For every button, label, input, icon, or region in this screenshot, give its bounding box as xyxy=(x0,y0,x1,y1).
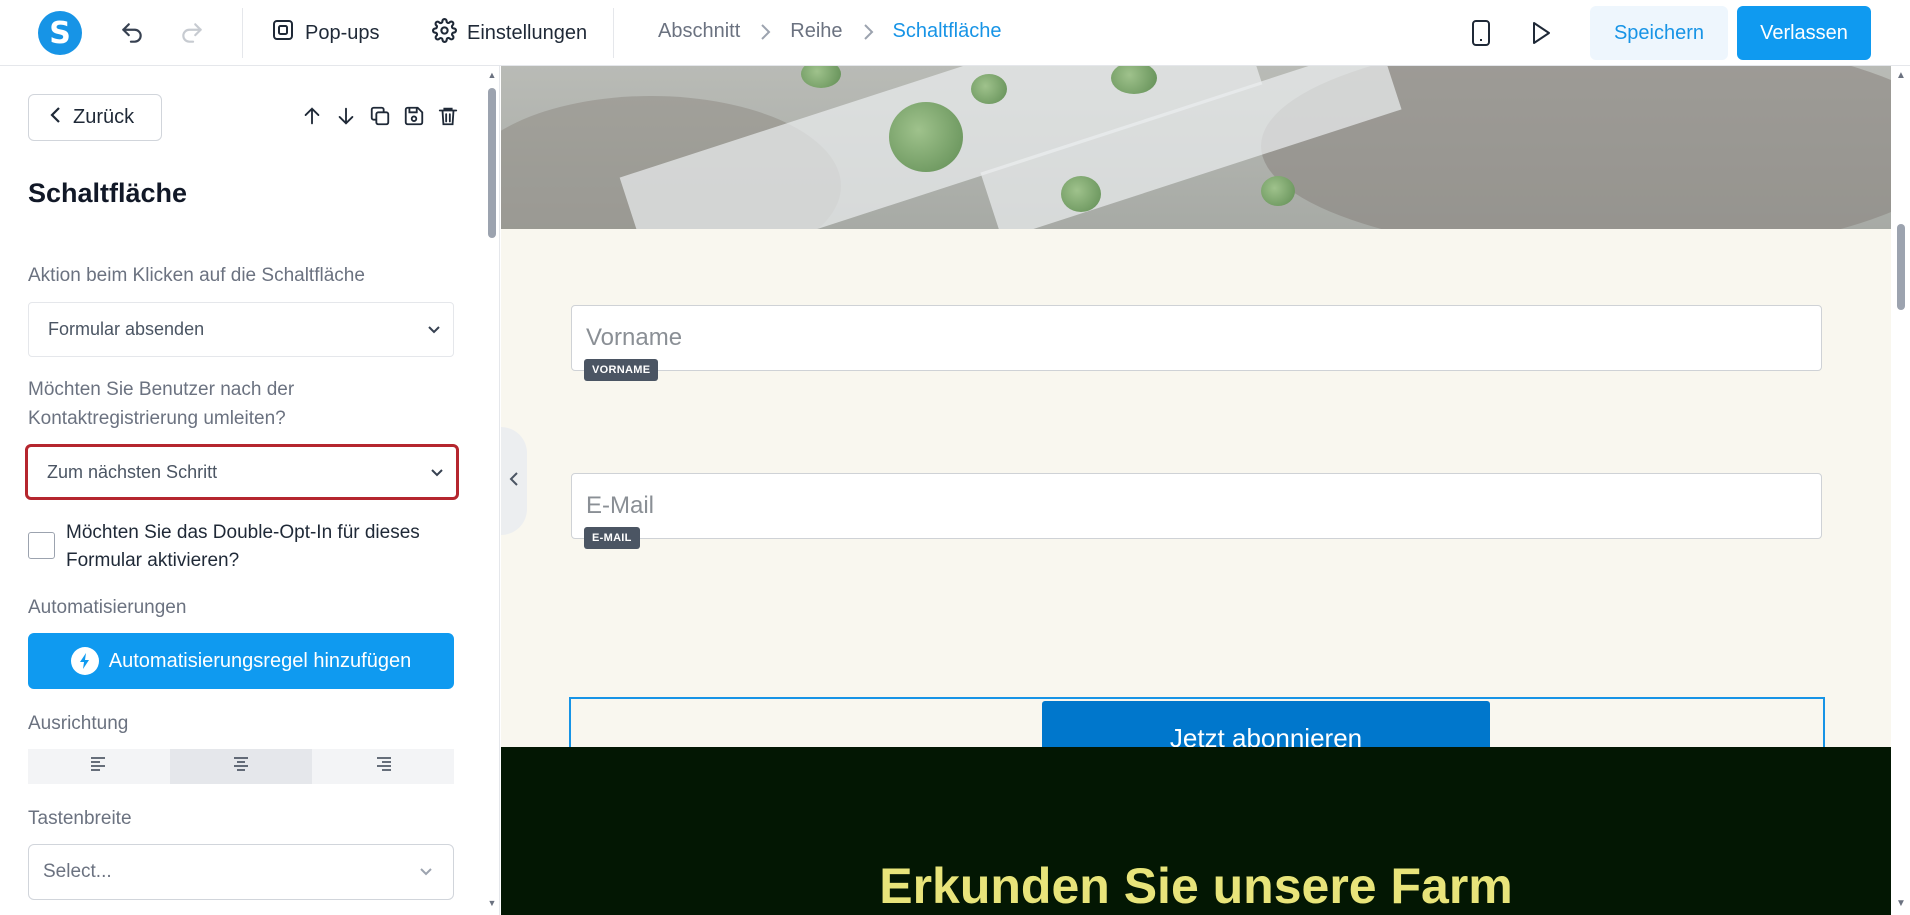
breadcrumb-button[interactable]: Schaltfläche xyxy=(893,20,1002,43)
scroll-down-arrow-icon[interactable]: ▼ xyxy=(1895,898,1907,910)
align-center-button[interactable] xyxy=(170,749,312,784)
button-width-select[interactable]: Select... xyxy=(28,844,454,900)
settings-label: Einstellungen xyxy=(467,21,588,44)
settings-button[interactable]: Einstellungen xyxy=(432,14,587,52)
save-button[interactable]: Speichern xyxy=(1590,6,1728,60)
back-button[interactable]: Zurück xyxy=(28,94,162,141)
redirect-label: Möchten Sie Benutzer nach der Kontaktreg… xyxy=(28,379,295,429)
firstname-placeholder: Vorname xyxy=(586,324,683,351)
add-automation-rule-label: Automatisierungsregel hinzufügen xyxy=(108,649,412,672)
toolbar-divider xyxy=(242,8,243,58)
page-canvas: Vorname VORNAME E-Mail E-MAIL Jetzt abon… xyxy=(501,66,1891,915)
scroll-up-arrow-icon[interactable]: ▲ xyxy=(487,70,497,80)
popups-button[interactable]: Pop-ups xyxy=(271,14,380,52)
chevron-right-icon xyxy=(861,23,875,41)
app-logo[interactable]: S xyxy=(38,11,82,55)
firstname-tag: VORNAME xyxy=(584,359,659,381)
email-input[interactable]: E-Mail xyxy=(571,473,1822,539)
top-toolbar: S Pop-ups Einstellungen Abschnitt Reihe … xyxy=(0,0,1910,66)
scroll-down-arrow-icon[interactable]: ▼ xyxy=(487,898,497,908)
canvas-scrollbar[interactable]: ▲ ▼ xyxy=(1891,66,1910,915)
alignment-label: Ausrichtung xyxy=(28,713,129,734)
chevron-down-icon xyxy=(427,319,441,340)
alignment-group xyxy=(28,749,454,784)
double-optin-checkbox[interactable] xyxy=(28,532,55,559)
gear-icon xyxy=(432,17,457,49)
back-label: Zurück xyxy=(73,106,135,128)
email-tag: E-MAIL xyxy=(584,527,640,549)
collapse-panel-toggle[interactable] xyxy=(501,427,527,535)
automations-label: Automatisierungen xyxy=(28,597,187,618)
chevron-down-icon xyxy=(430,462,444,483)
element-tools xyxy=(300,104,460,128)
arrow-down-icon[interactable] xyxy=(334,104,358,128)
popups-label: Pop-ups xyxy=(305,21,380,44)
trash-icon[interactable] xyxy=(436,104,460,128)
panel-scrollbar[interactable]: ▲ ▼ xyxy=(485,66,499,915)
lightning-icon xyxy=(70,647,99,675)
undo-icon[interactable] xyxy=(116,17,148,49)
align-left-button[interactable] xyxy=(28,749,170,784)
toolbar-divider xyxy=(613,8,614,58)
farm-section-title: Erkunden Sie unsere Farm xyxy=(879,858,1513,914)
farm-section: Erkunden Sie unsere Farm xyxy=(501,747,1891,915)
action-select-value: Formular absenden xyxy=(48,319,205,339)
save-icon[interactable] xyxy=(402,104,426,128)
canvas-scrollbar-thumb[interactable] xyxy=(1897,224,1905,310)
chevron-left-icon xyxy=(509,471,519,492)
redo-icon[interactable] xyxy=(176,17,208,49)
align-left-icon xyxy=(90,756,108,777)
align-right-icon xyxy=(374,756,392,777)
breadcrumb-row[interactable]: Reihe xyxy=(790,20,842,43)
panel-title: Schaltfläche xyxy=(28,178,188,208)
panel-scrollbar-thumb[interactable] xyxy=(488,88,496,238)
action-select[interactable]: Formular absenden xyxy=(28,302,454,357)
double-optin-label: Möchten Sie das Double-Opt-In für dieses… xyxy=(66,522,420,571)
redirect-select-value: Zum nächsten Schritt xyxy=(47,461,218,482)
button-width-label: Tastenbreite xyxy=(28,808,132,829)
hero-image xyxy=(501,66,1891,229)
popup-icon xyxy=(271,18,295,48)
exit-button[interactable]: Verlassen xyxy=(1737,6,1871,60)
align-center-icon xyxy=(232,756,250,777)
chevron-right-icon xyxy=(758,23,772,41)
button-width-placeholder: Select... xyxy=(43,861,112,882)
action-label: Aktion beim Klicken auf die Schaltfläche xyxy=(28,265,365,286)
play-preview-icon[interactable] xyxy=(1525,17,1557,49)
breadcrumb-section[interactable]: Abschnitt xyxy=(658,20,740,43)
chevron-down-icon xyxy=(419,861,433,883)
settings-panel: Zurück Schaltfläche Aktion beim Klicken … xyxy=(0,66,500,915)
email-placeholder: E-Mail xyxy=(586,492,655,519)
arrow-up-icon[interactable] xyxy=(300,104,324,128)
redirect-select[interactable]: Zum nächsten Schritt xyxy=(25,444,459,500)
chevron-left-icon xyxy=(49,106,61,130)
mobile-preview-icon[interactable] xyxy=(1465,17,1497,49)
scroll-up-arrow-icon[interactable]: ▲ xyxy=(1895,70,1907,82)
copy-icon[interactable] xyxy=(368,104,392,128)
breadcrumb: Abschnitt Reihe Schaltfläche xyxy=(658,20,1002,43)
form-section: Vorname VORNAME E-Mail E-MAIL Jetzt abon… xyxy=(501,229,1891,781)
add-automation-rule-button[interactable]: Automatisierungsregel hinzufügen xyxy=(28,633,454,689)
align-right-button[interactable] xyxy=(312,749,454,784)
firstname-input[interactable]: Vorname xyxy=(571,305,1822,371)
